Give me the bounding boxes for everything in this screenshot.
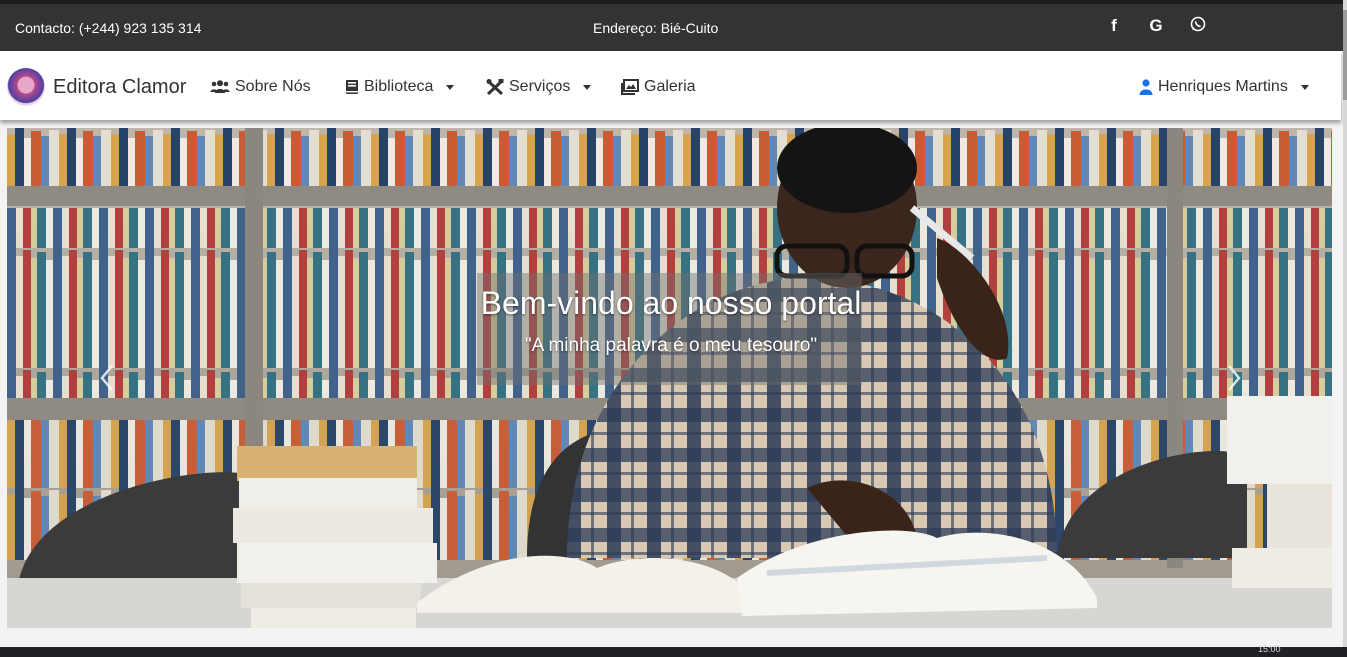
contact-topbar: Contacto: (+244) 923 135 314 Endereço: B… [0,0,1343,51]
chevron-down-icon [446,84,455,90]
nav-sobre-nos-label: Sobre Nós [235,78,311,95]
tools-icon [486,79,504,96]
chevron-down-icon [1300,84,1309,90]
scrollbar-thumb[interactable] [1343,10,1347,100]
hero-carousel: Bem-vindo ao nosso portal "A minha palav… [7,128,1332,628]
chevron-right-icon [1228,365,1241,391]
nav-sobre-nos[interactable]: Sobre Nós [210,78,311,96]
os-taskbar: 15:00 [0,644,1347,657]
user-menu[interactable]: Henriques Martins [1139,78,1309,96]
main-navbar: Editora Clamor Sobre Nós Biblioteca Serv… [0,51,1341,120]
facebook-icon[interactable]: f [1104,16,1124,36]
nav-galeria[interactable]: Galeria [621,78,696,96]
page-scrollbar[interactable] [1343,0,1347,657]
social-links: f G [1104,16,1208,36]
images-icon [621,79,639,95]
nav-biblioteca-label: Biblioteca [364,78,434,95]
whatsapp-icon[interactable] [1188,16,1208,36]
nav-servicos-label: Serviços [509,78,571,95]
nav-servicos[interactable]: Serviços [486,78,592,96]
taskbar-clock: 15:00 [1258,644,1281,654]
hero-title: Bem-vindo ao nosso portal [480,285,862,321]
user-icon [1139,79,1153,95]
user-menu-label: Henriques Martins [1158,78,1288,95]
hero-subtitle: "A minha palavra é o meu tesouro" [524,335,818,356]
nav-galeria-label: Galeria [644,78,696,95]
chevron-down-icon [583,84,592,90]
book-icon [345,79,359,95]
brand-link[interactable]: Editora Clamor [7,68,186,106]
contact-text: Contacto: (+244) 923 135 314 [15,20,202,36]
brand-name: Editora Clamor [53,75,187,98]
carousel-next-button[interactable] [1219,358,1249,398]
users-icon [210,79,230,95]
google-icon[interactable]: G [1146,16,1166,36]
address-text: Endereço: Bié-Cuito [593,20,719,36]
brand-logo [7,68,45,106]
nav-biblioteca[interactable]: Biblioteca [345,78,455,96]
chevron-left-icon [100,365,113,391]
carousel-prev-button[interactable] [92,358,122,398]
